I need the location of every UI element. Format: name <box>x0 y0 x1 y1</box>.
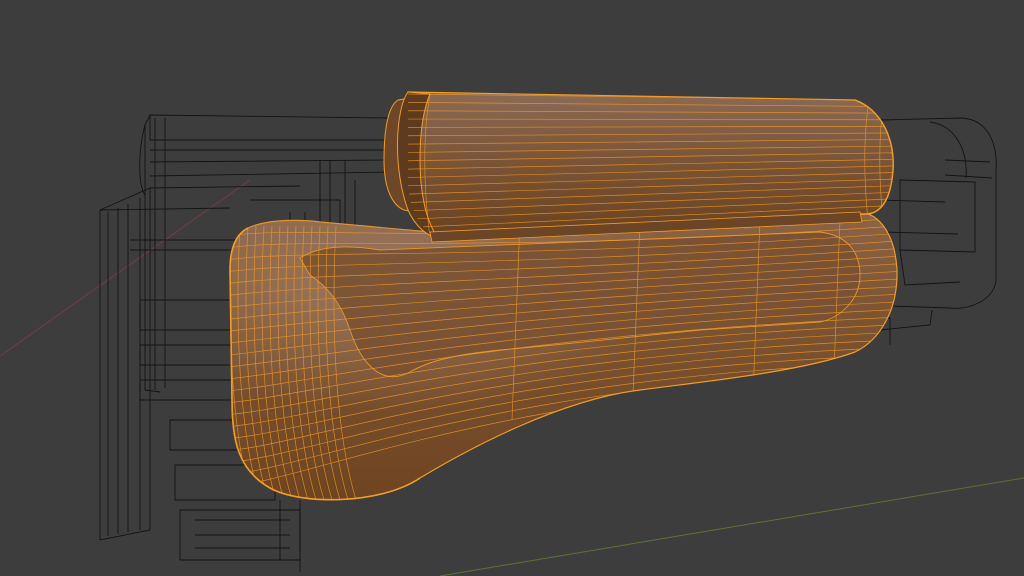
handguard-lower[interactable] <box>228 211 900 501</box>
3d-viewport[interactable] <box>0 0 1024 576</box>
viewport-scene[interactable] <box>0 0 1024 576</box>
y-axis-line <box>439 477 1024 576</box>
